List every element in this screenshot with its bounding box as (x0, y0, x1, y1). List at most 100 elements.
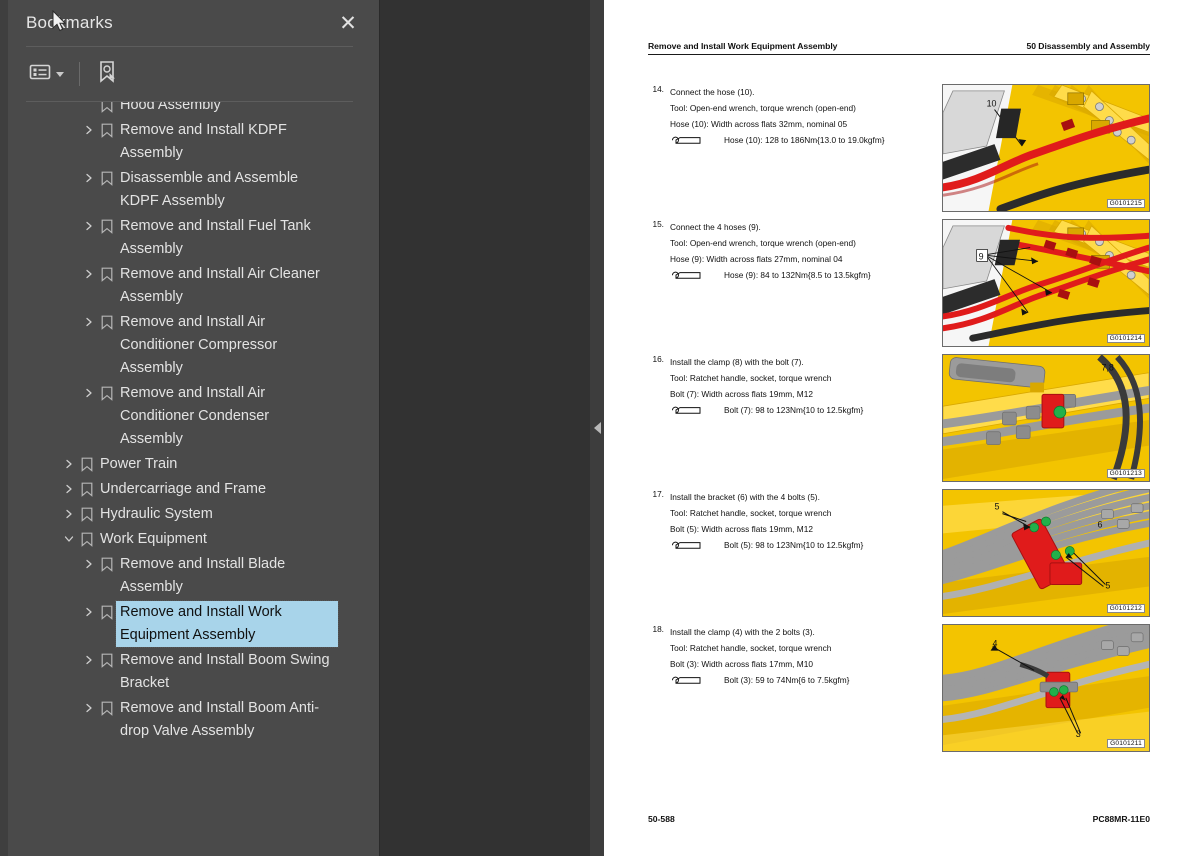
bookmark-icon (98, 649, 116, 671)
figure: 9 G0101214 (942, 219, 1150, 347)
toolbar-separator (79, 62, 80, 86)
chevron-right-icon[interactable] (80, 119, 98, 141)
bookmark-item[interactable]: Power Train (26, 452, 353, 477)
chevron-right-icon[interactable] (80, 215, 98, 237)
step-number: 17. (652, 489, 664, 499)
chevron-down-icon[interactable] (60, 528, 78, 550)
step-text-line: Tool: Ratchet handle, socket, torque wre… (670, 508, 832, 518)
step-number: 14. (652, 84, 664, 94)
bookmark-icon (98, 601, 116, 623)
chevron-right-icon[interactable] (60, 453, 78, 475)
viewer-gutter (380, 0, 604, 856)
step-number: 16. (652, 354, 664, 364)
torque-spec-text: Bolt (7): 98 to 123Nm{10 to 12.5kgfm} (724, 405, 864, 415)
step-text-line: Tool: Ratchet handle, socket, torque wre… (670, 373, 832, 383)
bookmark-icon (78, 478, 96, 500)
bookmark-item[interactable]: Remove and Install Work Equipment Assemb… (26, 600, 353, 648)
bookmark-item[interactable]: Remove and Install KDPF Assembly (26, 118, 353, 166)
figure-id-label: G0101211 (1107, 739, 1145, 748)
torque-wrench-icon (670, 134, 716, 146)
procedure-step: 14. Connect the hose (10). Tool: Open-end … (648, 84, 948, 148)
step-text-line: Connect the 4 hoses (9). (670, 222, 761, 232)
torque-spec-text: Bolt (3): 59 to 74Nm{6 to 7.5kgfm} (724, 675, 850, 685)
page-running-header: Remove and Install Work Equipment Assemb… (648, 41, 1150, 55)
step-text-line: Tool: Open-end wrench, torque wrench (op… (670, 103, 856, 113)
page-running-footer: 50-588 PC88MR-11E0 (648, 814, 1150, 824)
bookmark-label: Work Equipment (100, 531, 207, 547)
bookmark-item[interactable]: Remove and Install Fuel Tank Assembly (26, 214, 353, 262)
svg-text:10: 10 (987, 99, 997, 109)
step-text-line: Bolt (5): Width across flats 19mm, M12 (670, 524, 813, 534)
bookmark-item[interactable]: Disassemble and Assemble KDPF Assembly (26, 166, 353, 214)
bookmark-icon (98, 102, 116, 116)
bookmark-icon (98, 263, 116, 285)
list-options-button[interactable] (26, 59, 67, 89)
bookmark-label: Hydraulic System (100, 506, 213, 522)
bookmarks-tree[interactable]: Hood Assembly Remove and Install KDPF Ass… (26, 102, 353, 856)
figure: 10 G0101215 (942, 84, 1150, 212)
chevron-down-icon (56, 71, 64, 77)
torque-wrench-icon (670, 539, 716, 551)
chevron-right-icon[interactable] (80, 167, 98, 189)
svg-text:7,8: 7,8 (1101, 363, 1113, 373)
figure-id-label: G0101212 (1106, 604, 1145, 613)
bookmark-label: Undercarriage and Frame (100, 481, 267, 497)
bookmark-item[interactable]: Remove and Install Air Conditioner Conde… (26, 381, 353, 452)
torque-wrench-icon (670, 269, 716, 281)
svg-text:5: 5 (1105, 580, 1110, 590)
figure-id-label: G0101213 (1106, 469, 1145, 478)
step-text-line: Connect the hose (10). (670, 87, 755, 97)
figure-id-label: G0101215 (1106, 199, 1145, 208)
bookmark-label: Remove and Install Fuel Tank Assembly (120, 218, 311, 257)
new-bookmark-button[interactable] (92, 59, 124, 89)
chevron-right-icon[interactable] (80, 697, 98, 719)
bookmark-item[interactable]: Remove and Install Air Conditioner Compr… (26, 310, 353, 381)
step-text-line: Tool: Open-end wrench, torque wrench (op… (670, 238, 856, 248)
bookmark-label: Remove and Install Air Conditioner Compr… (120, 314, 278, 376)
header-left-title: Remove and Install Work Equipment Assemb… (648, 41, 838, 51)
bookmark-icon (98, 553, 116, 575)
torque-spec-text: Hose (10): 128 to 186Nm{13.0 to 19.0kgfm… (724, 135, 885, 145)
chevron-right-icon[interactable] (80, 601, 98, 623)
bookmark-label: Remove and Install Air Conditioner Conde… (120, 385, 270, 447)
bookmark-label: Remove and Install Boom Anti-drop Valve … (120, 700, 320, 739)
chevron-right-icon[interactable] (80, 311, 98, 333)
bookmark-label: Remove and Install Work Equipment Assemb… (115, 600, 339, 648)
panel-left-edge (0, 0, 8, 856)
chevron-right-icon[interactable] (80, 649, 98, 671)
close-icon[interactable]: ✕ (335, 10, 361, 36)
header-right-title: 50 Disassembly and Assembly (1026, 41, 1151, 51)
chevron-right-icon[interactable] (80, 263, 98, 285)
list-options-icon (29, 63, 51, 86)
chevron-right-icon[interactable] (60, 478, 78, 500)
bookmarks-toolbar (0, 47, 379, 101)
bookmark-item[interactable]: Remove and Install Air Cleaner Assembly (26, 262, 353, 310)
chevron-right-icon[interactable] (60, 503, 78, 525)
bookmark-item[interactable]: Remove and Install Blade Assembly (26, 552, 353, 600)
torque-spec-text: Hose (9): 84 to 132Nm{8.5 to 13.5kgfm} (724, 270, 871, 280)
torque-wrench-icon (670, 674, 716, 686)
bookmark-item[interactable]: Hydraulic System (26, 502, 353, 527)
chevron-right-icon[interactable] (80, 382, 98, 404)
procedure-step: 17. Install the bracket (6) with the 4 bo… (648, 489, 948, 553)
torque-wrench-icon (670, 404, 716, 416)
bookmark-item[interactable]: Hood Assembly (26, 102, 353, 118)
bookmark-item[interactable]: Remove and Install Boom Anti-drop Valve … (26, 696, 353, 744)
collapse-panel-handle[interactable] (590, 0, 604, 856)
bookmark-icon (98, 311, 116, 333)
svg-text:9: 9 (979, 251, 984, 261)
step-text-line: Install the clamp (8) with the bolt (7). (670, 357, 804, 367)
bookmark-icon (78, 528, 96, 550)
figure-id-label: G0101214 (1106, 334, 1145, 343)
step-text-line: Install the clamp (4) with the 2 bolts (… (670, 627, 815, 637)
figure: 5 6 5 G0101212 (942, 489, 1150, 617)
footer-page-number: 50-588 (648, 814, 675, 824)
bookmark-item[interactable]: Remove and Install Boom Swing Bracket (26, 648, 353, 696)
chevron-right-icon[interactable] (80, 553, 98, 575)
bookmark-item[interactable]: Undercarriage and Frame (26, 477, 353, 502)
bookmark-item[interactable]: Work Equipment (26, 527, 353, 552)
procedure-step: 15. Connect the 4 hoses (9). Tool: Open-en… (648, 219, 948, 283)
pdf-page: Remove and Install Work Equipment Assemb… (604, 0, 1200, 856)
bookmarks-tree-container: Hood Assembly Remove and Install KDPF Ass… (26, 101, 353, 856)
bookmark-icon (98, 119, 116, 141)
